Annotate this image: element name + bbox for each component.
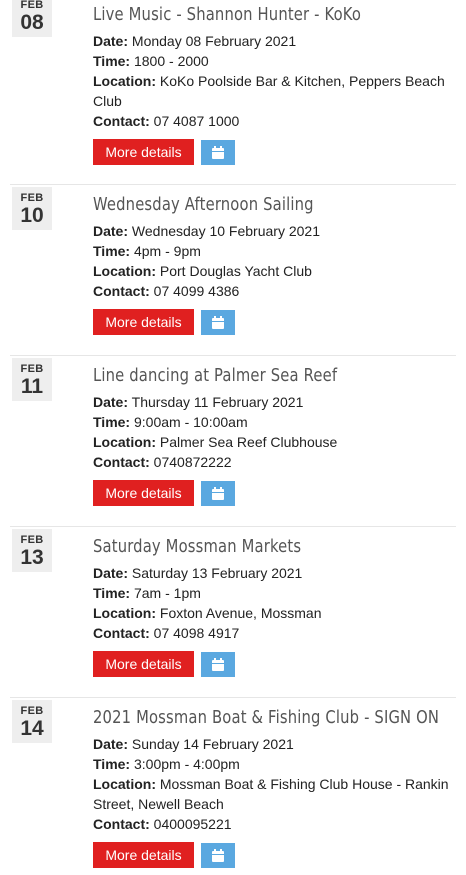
event-date: Date: Wednesday 10 February 2021	[93, 223, 320, 239]
date-day: 13	[20, 546, 44, 569]
date-day: 11	[20, 375, 44, 398]
event-date: Date: Sunday 14 February 2021	[93, 736, 294, 752]
event-title[interactable]: Wednesday Afternoon Sailing	[93, 193, 454, 217]
date-month: FEB	[20, 192, 44, 204]
more-details-button[interactable]: More details	[93, 139, 194, 165]
date-month: FEB	[20, 705, 44, 717]
date-badge: FEB 14	[12, 700, 52, 743]
date-month: FEB	[20, 534, 44, 546]
event-location: Location: KoKo Poolside Bar & Kitchen, P…	[93, 73, 445, 109]
event-contact: Contact: 07 4099 4386	[93, 283, 240, 299]
event-time: Time: 1800 - 2000	[93, 53, 209, 69]
add-to-calendar-button[interactable]	[201, 481, 235, 506]
divider	[10, 526, 456, 527]
event-contact: Contact: 0400095221	[93, 816, 232, 832]
calendar-icon	[212, 486, 224, 500]
event-location: Location: Foxton Avenue, Mossman	[93, 605, 322, 621]
event-contact: Contact: 0740872222	[93, 454, 232, 470]
add-to-calendar-button[interactable]	[201, 140, 235, 165]
event-title[interactable]: Saturday Mossman Markets	[93, 535, 454, 559]
event-time: Time: 9:00am - 10:00am	[93, 414, 248, 430]
more-details-button[interactable]: More details	[93, 480, 194, 506]
add-to-calendar-button[interactable]	[201, 310, 235, 335]
event-title[interactable]: Live Music - Shannon Hunter - KoKo	[93, 3, 454, 27]
date-day: 14	[20, 717, 44, 740]
event-time: Time: 3:00pm - 4:00pm	[93, 756, 240, 772]
event-date: Date: Saturday 13 February 2021	[93, 565, 303, 581]
more-details-button[interactable]: More details	[93, 842, 194, 868]
calendar-icon	[212, 145, 224, 159]
event-location: Location: Mossman Boat & Fishing Club Ho…	[93, 776, 449, 812]
date-day: 10	[20, 204, 44, 227]
date-badge: FEB 08	[12, 0, 52, 37]
divider	[10, 355, 456, 356]
event-title[interactable]: 2021 Mossman Boat & Fishing Club - SIGN …	[93, 706, 454, 730]
event-contact: Contact: 07 4098 4917	[93, 625, 240, 641]
calendar-icon	[212, 848, 224, 862]
event-time: Time: 4pm - 9pm	[93, 243, 201, 259]
date-day: 08	[20, 11, 44, 34]
add-to-calendar-button[interactable]	[201, 843, 235, 868]
event-location: Location: Palmer Sea Reef Clubhouse	[93, 434, 338, 450]
event-title[interactable]: Line dancing at Palmer Sea Reef	[93, 364, 454, 388]
calendar-icon	[212, 657, 224, 671]
event-location: Location: Port Douglas Yacht Club	[93, 263, 312, 279]
divider	[10, 697, 456, 698]
add-to-calendar-button[interactable]	[201, 652, 235, 677]
event-time: Time: 7am - 1pm	[93, 585, 201, 601]
date-badge: FEB 13	[12, 529, 52, 572]
date-badge: FEB 10	[12, 187, 52, 230]
date-month: FEB	[20, 363, 44, 375]
more-details-button[interactable]: More details	[93, 309, 194, 335]
calendar-icon	[212, 315, 224, 329]
event-date: Date: Monday 08 February 2021	[93, 33, 297, 49]
date-badge: FEB 11	[12, 358, 52, 401]
event-contact: Contact: 07 4087 1000	[93, 113, 240, 129]
more-details-button[interactable]: More details	[93, 651, 194, 677]
divider	[10, 184, 456, 185]
event-date: Date: Thursday 11 February 2021	[93, 394, 304, 410]
